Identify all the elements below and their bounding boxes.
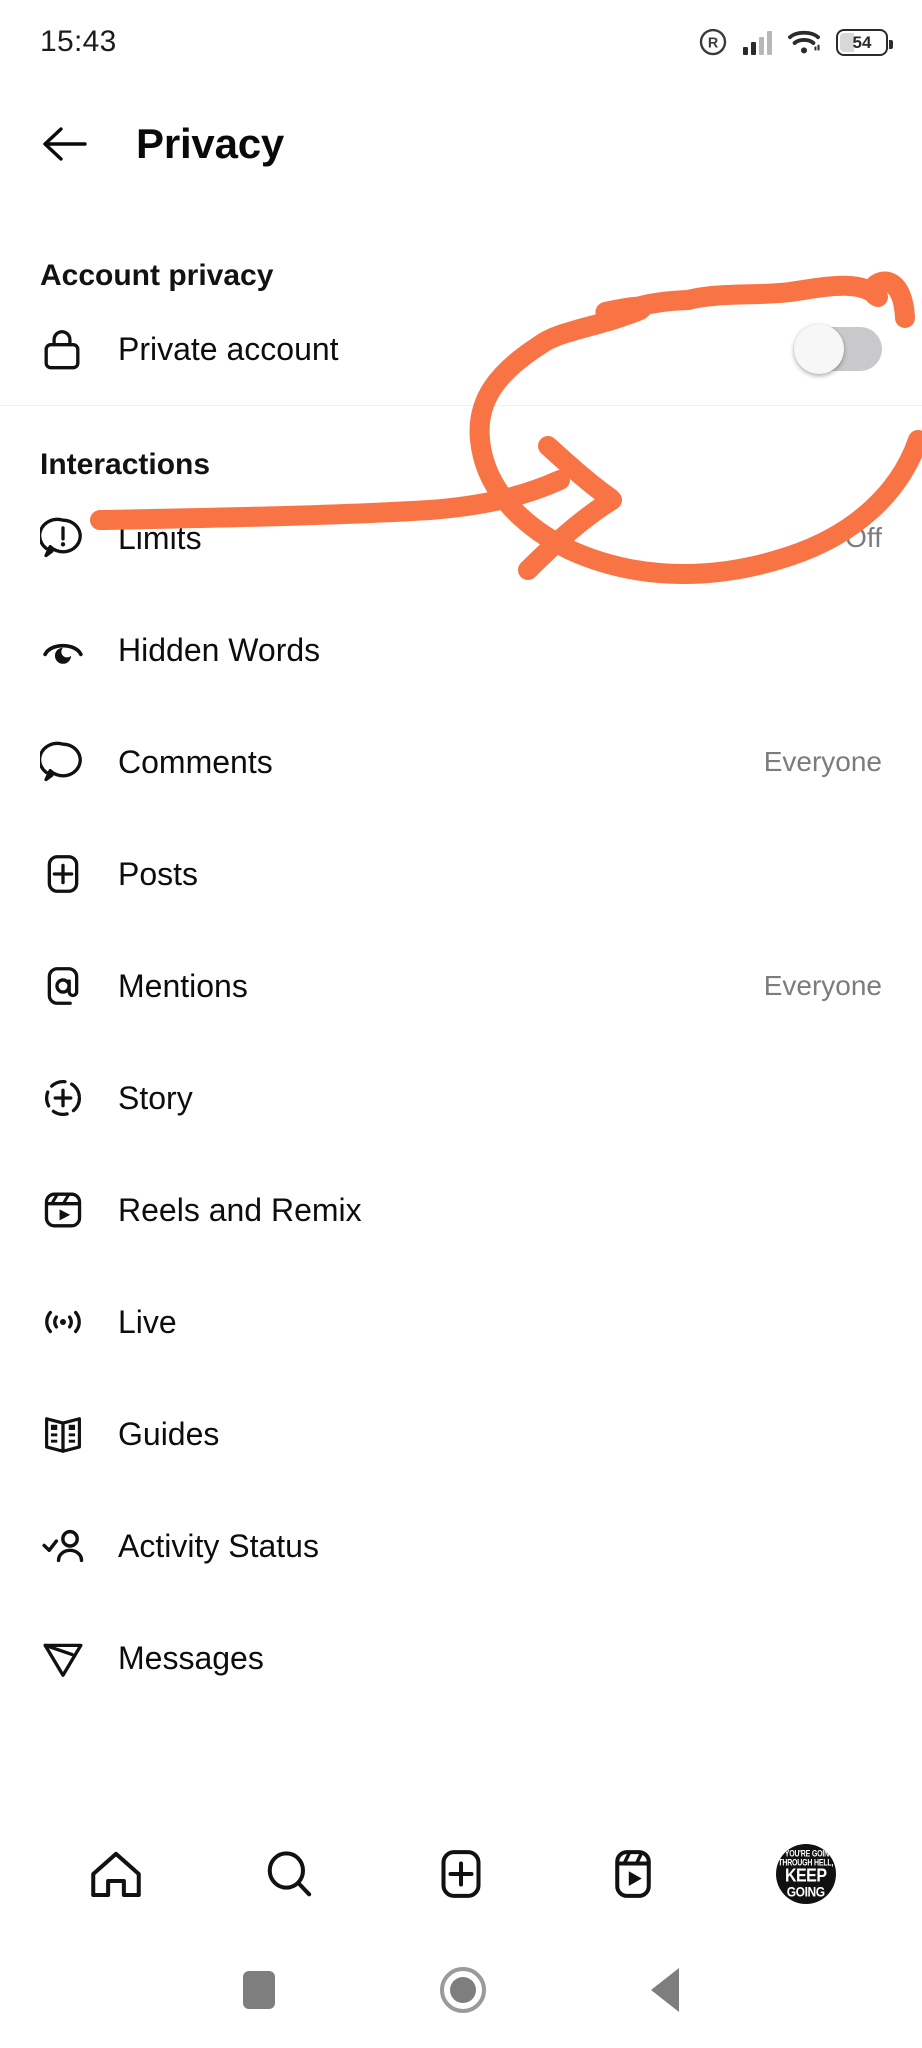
avatar: IF YOU'RE GOING THROUGH HELL, KEEP GOING: [775, 1844, 836, 1904]
row-label: Activity Status: [118, 1527, 319, 1564]
arrow-left-icon: [43, 127, 87, 161]
reels-icon: [40, 1187, 92, 1233]
lock-icon: [40, 326, 92, 372]
mentions-at-icon: [40, 963, 92, 1009]
section-header-interactions: Interactions: [40, 448, 211, 481]
posts-plus-icon: [40, 851, 92, 897]
row-reels-and-remix[interactable]: Reels and Remix: [0, 1154, 922, 1266]
recents-square-icon[interactable]: [242, 1971, 275, 2009]
hidden-words-icon: [40, 627, 92, 673]
row-activity-status[interactable]: Activity Status: [0, 1490, 922, 1602]
nav-profile-button[interactable]: IF YOU'RE GOING THROUGH HELL, KEEP GOING: [770, 1838, 842, 1910]
nav-search-button[interactable]: [253, 1838, 325, 1910]
comment-icon: [40, 739, 92, 785]
row-value: Everyone: [763, 970, 882, 1001]
toggle-knob: [794, 324, 844, 374]
status-time: 15:43: [40, 25, 117, 58]
row-label: Posts: [118, 855, 199, 892]
home-circle-icon[interactable]: [439, 1967, 486, 2013]
home-icon: [91, 1851, 141, 1898]
avatar-line-3: KEEP: [784, 1866, 827, 1886]
private-account-toggle[interactable]: [794, 324, 882, 374]
row-label: Limits: [118, 519, 202, 556]
wifi-icon: [788, 30, 820, 54]
back-button[interactable]: [40, 120, 88, 168]
nav-reels-button[interactable]: [597, 1838, 669, 1910]
limits-icon: [40, 515, 92, 561]
cellular-signal-icon: [743, 29, 772, 55]
app-bar: Privacy: [0, 84, 922, 204]
registered-mark-icon: R: [699, 28, 727, 56]
settings-content: Account privacy Private account Interact…: [0, 204, 922, 1714]
story-plus-icon: [40, 1075, 92, 1121]
avatar-line-1: IF YOU'RE GOING: [777, 1849, 835, 1859]
status-bar: 15:43 R 54: [0, 0, 922, 84]
page-title: Privacy: [136, 120, 285, 167]
row-label: Guides: [118, 1415, 220, 1452]
row-label: Live: [118, 1303, 177, 1340]
live-icon: [40, 1299, 92, 1345]
back-triangle-icon[interactable]: [651, 1968, 680, 2012]
row-posts[interactable]: Posts: [0, 818, 922, 930]
row-comments[interactable]: Comments Everyone: [0, 706, 922, 818]
nav-home-button[interactable]: [80, 1838, 152, 1910]
row-label: Private account: [118, 330, 339, 367]
row-private-account[interactable]: Private account: [0, 293, 922, 405]
row-limits[interactable]: Limits Off: [0, 482, 922, 594]
row-mentions[interactable]: Mentions Everyone: [0, 930, 922, 1042]
bottom-nav: IF YOU'RE GOING THROUGH HELL, KEEP GOING: [0, 1816, 922, 1932]
row-live[interactable]: Live: [0, 1266, 922, 1378]
section-header-account-privacy: Account privacy: [40, 259, 274, 292]
row-hidden-words[interactable]: Hidden Words: [0, 594, 922, 706]
reels-icon: [615, 1850, 652, 1898]
row-label: Reels and Remix: [118, 1191, 362, 1228]
row-label: Mentions: [118, 967, 248, 1004]
row-messages[interactable]: Messages: [0, 1602, 922, 1714]
search-icon: [267, 1851, 311, 1897]
row-value: Off: [845, 522, 882, 553]
activity-status-icon: [40, 1523, 92, 1569]
row-label: Story: [118, 1079, 193, 1116]
row-label: Messages: [118, 1639, 264, 1676]
avatar-line-4: GOING: [786, 1883, 825, 1900]
row-label: Hidden Words: [118, 631, 321, 668]
battery-icon: 54: [836, 28, 893, 56]
nav-create-button[interactable]: [425, 1838, 497, 1910]
row-guides[interactable]: Guides: [0, 1378, 922, 1490]
phone-screen: 15:43 R 54 Privacy Account privacy Priva…: [0, 0, 922, 2048]
row-story[interactable]: Story: [0, 1042, 922, 1154]
svg-text:R: R: [708, 36, 719, 52]
row-value: Everyone: [763, 746, 882, 777]
status-icon-group: R 54: [698, 27, 893, 57]
battery-level: 54: [852, 32, 872, 52]
guides-book-icon: [40, 1411, 92, 1457]
create-icon: [441, 1850, 481, 1898]
messages-plane-icon: [40, 1635, 92, 1681]
row-label: Comments: [118, 743, 273, 780]
system-navigation-bar: [0, 1932, 922, 2048]
